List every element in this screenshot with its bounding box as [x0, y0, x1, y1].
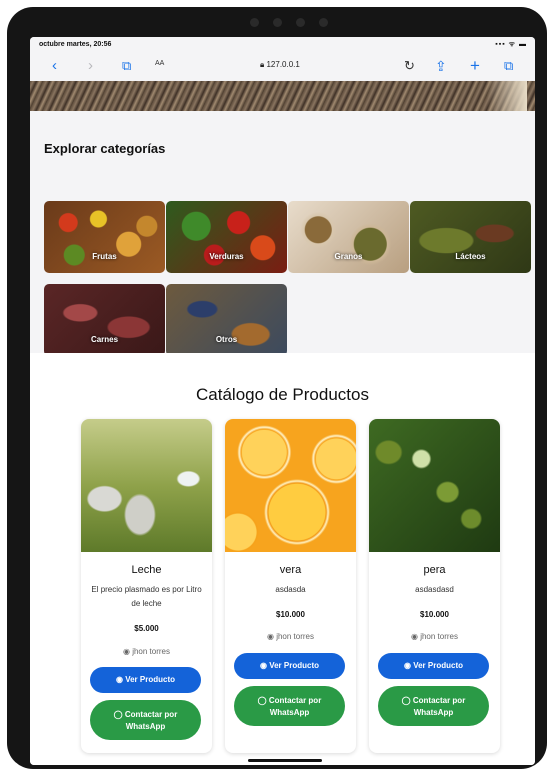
categories-title: Explorar categorías	[44, 141, 166, 156]
whatsapp-label: Contactar por WhatsApp	[412, 696, 466, 717]
back-icon[interactable]: ‹	[52, 51, 57, 81]
tabs-icon[interactable]: ⧉	[504, 51, 513, 81]
hero-banner-image	[30, 81, 535, 111]
product-image[interactable]	[81, 419, 212, 552]
product-name: vera	[279, 564, 302, 576]
text-size-button[interactable]: AA	[155, 60, 164, 67]
product-description: asdasda	[275, 585, 306, 594]
product-price: $10.000	[420, 610, 449, 619]
tablet-frame: octubre martes, 20:56 ▪▪▪ ᯤ ▬ ‹ › ⧉ AA 🔒…	[7, 7, 547, 769]
user-icon: ◉	[267, 632, 277, 641]
whatsapp-contact-button[interactable]: ◯ Contactar por WhatsApp	[234, 686, 345, 726]
share-icon[interactable]: ⇪	[435, 51, 447, 81]
camera-bar	[239, 15, 339, 29]
category-label: Lácteos	[455, 252, 486, 261]
category-label: Carnes	[90, 335, 119, 344]
product-seller: ◉ jhon torres	[81, 647, 212, 656]
seller-name: jhon torres	[420, 632, 458, 641]
product-name: pera	[423, 564, 446, 576]
product-image[interactable]	[369, 419, 500, 552]
catalog-title: Catálogo de Productos	[196, 385, 369, 404]
bookmarks-icon[interactable]: ⧉	[122, 51, 131, 81]
whatsapp-contact-button[interactable]: ◯ Contactar por WhatsApp	[90, 700, 201, 740]
category-carnes[interactable]: Carnes	[44, 284, 165, 356]
product-image[interactable]	[225, 419, 356, 552]
view-product-label: Ver Producto	[413, 661, 463, 670]
reload-icon[interactable]: ↻	[404, 51, 415, 81]
product-name: Leche	[131, 564, 162, 576]
category-lacteos[interactable]: Lácteos	[410, 201, 531, 273]
category-label: Otros	[215, 335, 238, 344]
forward-icon[interactable]: ›	[88, 51, 93, 81]
product-card: vera asdasda $10.000 ◉ jhon torres ◉ Ver…	[225, 419, 356, 753]
category-label: Frutas	[92, 252, 117, 261]
view-product-label: Ver Producto	[269, 661, 319, 670]
address-bar[interactable]: 🔒︎ 127.0.0.1	[260, 60, 300, 70]
view-product-button[interactable]: ◉ Ver Producto	[90, 667, 201, 693]
eye-icon: ◉	[116, 675, 126, 684]
browser-toolbar: ‹ › ⧉ AA 🔒︎ 127.0.0.1 ↻ ⇪ + ⧉	[30, 51, 535, 81]
whatsapp-icon: ◯	[113, 710, 125, 719]
category-granos[interactable]: Granos	[288, 201, 409, 273]
eye-icon: ◉	[404, 661, 414, 670]
product-card: Leche El precio plasmado es por Litro de…	[81, 419, 212, 753]
status-icons: ▪▪▪ ᯤ ▬	[495, 41, 527, 48]
view-product-button[interactable]: ◉ Ver Producto	[234, 653, 345, 679]
new-tab-icon[interactable]: +	[470, 51, 480, 81]
whatsapp-icon: ◯	[401, 696, 413, 705]
seller-name: jhon torres	[276, 632, 314, 641]
view-product-label: Ver Producto	[125, 675, 175, 684]
eye-icon: ◉	[260, 661, 270, 670]
catalog-section: Catálogo de Productos Leche El precio pl…	[30, 353, 535, 765]
product-description: asdasdasd	[415, 585, 454, 594]
whatsapp-label: Contactar por WhatsApp	[124, 710, 178, 731]
product-description: El precio plasmado es por Litro de leche	[91, 585, 202, 608]
product-card: pera asdasdasd $10.000 ◉ jhon torres ◉ V…	[369, 419, 500, 753]
category-frutas[interactable]: Frutas	[44, 201, 165, 273]
user-icon: ◉	[123, 647, 133, 656]
status-bar: octubre martes, 20:56 ▪▪▪ ᯤ ▬	[30, 37, 535, 51]
category-label: Verduras	[209, 252, 244, 261]
product-price: $5.000	[134, 624, 159, 633]
category-label: Granos	[334, 252, 363, 261]
product-price: $10.000	[276, 610, 305, 619]
user-icon: ◉	[411, 632, 421, 641]
whatsapp-icon: ◯	[257, 696, 269, 705]
whatsapp-label: Contactar por WhatsApp	[268, 696, 322, 717]
seller-name: jhon torres	[132, 647, 170, 656]
status-time: octubre martes, 20:56	[39, 41, 112, 48]
product-seller: ◉ jhon torres	[369, 632, 500, 641]
category-verduras[interactable]: Verduras	[166, 201, 287, 273]
categories-section: Explorar categorías Frutas Verduras Gran…	[30, 111, 535, 356]
product-seller: ◉ jhon torres	[225, 632, 356, 641]
category-otros[interactable]: Otros	[166, 284, 287, 356]
whatsapp-contact-button[interactable]: ◯ Contactar por WhatsApp	[378, 686, 489, 726]
url-text: 127.0.0.1	[266, 60, 300, 69]
home-indicator[interactable]	[248, 759, 322, 762]
view-product-button[interactable]: ◉ Ver Producto	[378, 653, 489, 679]
screen: octubre martes, 20:56 ▪▪▪ ᯤ ▬ ‹ › ⧉ AA 🔒…	[30, 37, 535, 765]
